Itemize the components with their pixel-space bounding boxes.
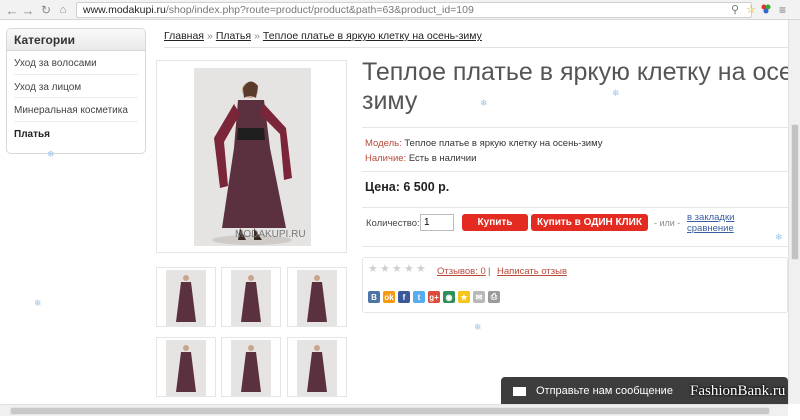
rating-stars: ★ ★ ★ ★ ★ bbox=[368, 264, 427, 275]
model-row: Модель: Теплое платье в яркую клетку на … bbox=[365, 138, 603, 149]
star-icon: ★ bbox=[392, 263, 402, 275]
divider bbox=[362, 127, 788, 128]
bookmark-star-icon[interactable]: ☆ bbox=[746, 3, 756, 16]
url-path: /shop/index.php?route=product/product&pa… bbox=[165, 4, 474, 16]
write-review-link[interactable]: Написать отзыв bbox=[497, 266, 567, 277]
product-title-line2: зиму bbox=[362, 87, 418, 115]
one-click-buy-button[interactable]: Купить в ОДИН КЛИК bbox=[531, 214, 648, 231]
product-photo bbox=[194, 68, 311, 246]
breadcrumb-separator: » bbox=[254, 30, 260, 42]
availability-value: Есть в наличии bbox=[408, 153, 477, 164]
twitter-icon[interactable]: t bbox=[413, 291, 425, 303]
share-icons: В ok f t g+ ◉ ★ ✉ ⎙ bbox=[368, 291, 500, 303]
wishlist-link[interactable]: в закладки bbox=[687, 212, 734, 223]
extension-icon[interactable] bbox=[760, 3, 772, 18]
menu-icon[interactable]: ≡ bbox=[779, 3, 786, 17]
product-thumbnail[interactable] bbox=[156, 267, 216, 327]
model-label: Модель: bbox=[365, 138, 402, 149]
zoom-icon[interactable]: ⚲ bbox=[731, 3, 739, 16]
product-thumbnail[interactable] bbox=[287, 267, 347, 327]
sidebar-item-dresses[interactable]: Платья bbox=[14, 122, 138, 146]
odnoklassniki-icon[interactable]: ok bbox=[383, 291, 395, 303]
home-icon[interactable]: ⌂ bbox=[55, 2, 71, 18]
product-title-line1: Теплое платье в яркую клетку на осен bbox=[362, 58, 800, 86]
product-price: Цена: 6 500 р. bbox=[365, 180, 450, 194]
snowflake-icon: ❄ bbox=[612, 88, 620, 98]
vertical-scrollbar[interactable] bbox=[788, 20, 800, 404]
snowflake-icon: ❄ bbox=[474, 322, 482, 332]
vk-icon[interactable]: В bbox=[368, 291, 380, 303]
buy-row: Количество: Купить Купить в ОДИН КЛИК - … bbox=[362, 207, 788, 247]
envelope-icon bbox=[513, 386, 526, 396]
divider bbox=[362, 171, 788, 172]
site-watermark: FashionBank.ru bbox=[690, 383, 786, 399]
snowflake-icon: ❄ bbox=[47, 149, 55, 159]
facebook-icon[interactable]: f bbox=[398, 291, 410, 303]
model-value: Теплое платье в яркую клетку на осень-зи… bbox=[404, 138, 603, 149]
product-thumbnail[interactable] bbox=[221, 267, 281, 327]
categories-title: Категории bbox=[7, 29, 145, 51]
product-thumbnail[interactable] bbox=[221, 337, 281, 397]
product-thumbnail[interactable] bbox=[287, 337, 347, 397]
breadcrumb-product[interactable]: Теплое платье в яркую клетку на осень-зи… bbox=[263, 30, 482, 42]
url-domain: www.modakupi.ru bbox=[83, 4, 166, 16]
star-icon: ★ bbox=[416, 263, 426, 275]
snowflake-icon: ❄ bbox=[34, 298, 42, 308]
arrow-left-icon[interactable]: ← bbox=[4, 2, 20, 18]
livejournal-icon[interactable]: ◉ bbox=[443, 291, 455, 303]
availability-row: Наличие: Есть в наличии bbox=[365, 153, 476, 164]
quantity-label: Количество: bbox=[366, 218, 420, 229]
categories-box: Категории Уход за волосами Уход за лицом… bbox=[6, 28, 146, 154]
google-plus-icon[interactable]: g+ bbox=[428, 291, 440, 303]
reviews-separator: | bbox=[488, 266, 491, 277]
or-text: - или - bbox=[654, 218, 681, 228]
breadcrumb-home[interactable]: Главная bbox=[164, 30, 204, 42]
address-bar[interactable]: www.modakupi.ru/shop/index.php?route=pro… bbox=[76, 2, 752, 18]
email-icon[interactable]: ✉ bbox=[473, 291, 485, 303]
yandex-icon[interactable]: ★ bbox=[458, 291, 470, 303]
product-title: Теплое платье в яркую клетку на осен зим… bbox=[362, 58, 800, 116]
breadcrumb-dresses[interactable]: Платья bbox=[216, 30, 251, 42]
product-main-image[interactable]: MODAKUPI.RU bbox=[156, 60, 347, 253]
availability-label: Наличие: bbox=[365, 153, 407, 164]
star-icon: ★ bbox=[368, 263, 378, 275]
sidebar-item-face-care[interactable]: Уход за лицом bbox=[14, 75, 138, 98]
quantity-input[interactable] bbox=[420, 214, 454, 231]
arrow-right-icon[interactable]: → bbox=[20, 2, 36, 18]
breadcrumb-separator: » bbox=[206, 30, 213, 42]
snowflake-icon: ❄ bbox=[480, 98, 488, 108]
breadcrumb: Главная» Платья» Теплое платье в яркую кле… bbox=[164, 30, 788, 48]
buy-button[interactable]: Купить bbox=[462, 214, 528, 231]
product-thumbnail[interactable] bbox=[156, 337, 216, 397]
sidebar-item-mineral-cosmetics[interactable]: Минеральная косметика bbox=[14, 98, 138, 122]
chat-label: Отправьте нам сообщение bbox=[536, 385, 673, 397]
reload-icon[interactable]: ↻ bbox=[38, 2, 54, 18]
browser-toolbar: ← → ↻ ⌂ www.modakupi.ru/shop/index.php?r… bbox=[0, 0, 800, 20]
print-icon[interactable]: ⎙ bbox=[488, 291, 500, 303]
reviews-count-link[interactable]: Отзывов: 0 bbox=[437, 266, 486, 277]
snowflake-icon: ❄ bbox=[775, 232, 783, 242]
sidebar-item-hair-care[interactable]: Уход за волосами bbox=[14, 51, 138, 75]
star-icon: ★ bbox=[404, 263, 414, 275]
image-watermark: MODAKUPI.RU bbox=[235, 229, 306, 240]
horizontal-scrollbar[interactable] bbox=[0, 404, 788, 416]
star-icon: ★ bbox=[380, 263, 390, 275]
compare-link[interactable]: сравнение bbox=[687, 223, 734, 234]
review-box: ★ ★ ★ ★ ★ Отзывов: 0 | Написать отзыв В … bbox=[362, 257, 788, 313]
